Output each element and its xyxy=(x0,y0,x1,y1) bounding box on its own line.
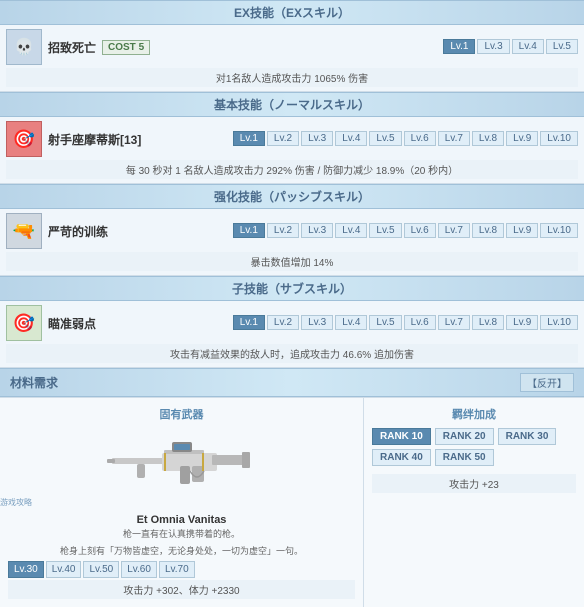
passive-skill-levels: Lv.1Lv.2Lv.3Lv.4Lv.5Lv.6Lv.7Lv.8Lv.9Lv.1… xyxy=(233,223,578,238)
ex-skill-name: 招致死亡 xyxy=(48,39,96,56)
rank-grid: RANK 10RANK 20RANK 30 RANK 40RANK 50 xyxy=(372,428,576,466)
sub-level-tab[interactable]: Lv.6 xyxy=(404,315,436,330)
normal-level-tab[interactable]: Lv.10 xyxy=(540,131,578,146)
sub-level-tab[interactable]: Lv.7 xyxy=(438,315,470,330)
passive-skill-row: 🔫 严苛的训练 Lv.1Lv.2Lv.3Lv.4Lv.5Lv.6Lv.7Lv.8… xyxy=(0,209,584,276)
ex-level-tab[interactable]: Lv.4 xyxy=(512,39,544,54)
materials-header: 材料需求 【反开】 xyxy=(0,368,584,397)
weapon-level-tab[interactable]: Lv.60 xyxy=(121,561,157,578)
rank-badge[interactable]: RANK 50 xyxy=(435,449,494,466)
ex-skill-section: EX技能（EXスキル） 💀 招致死亡 COST 5 Lv.1Lv.3Lv.4Lv… xyxy=(0,0,584,92)
passive-skill-desc: 暴击数值增加 14% xyxy=(6,252,578,271)
sub-level-tab[interactable]: Lv.2 xyxy=(267,315,299,330)
materials-title: 材料需求 xyxy=(10,374,58,391)
passive-level-tab[interactable]: Lv.3 xyxy=(301,223,333,238)
normal-skill-header: 基本技能（ノーマルスキル） xyxy=(0,92,584,117)
ex-level-tab[interactable]: Lv.3 xyxy=(477,39,509,54)
passive-level-tab[interactable]: Lv.2 xyxy=(267,223,299,238)
rank-badge[interactable]: RANK 40 xyxy=(372,449,431,466)
normal-skill-icon: 🎯 xyxy=(6,121,42,157)
sub-level-tab[interactable]: Lv.4 xyxy=(335,315,367,330)
normal-skill-desc: 每 30 秒对 1 名敌人造成攻击力 292% 伤害 / 防御力减少 18.9%… xyxy=(6,160,578,179)
sub-level-tab[interactable]: Lv.5 xyxy=(369,315,401,330)
normal-level-tab[interactable]: Lv.8 xyxy=(472,131,504,146)
weapon-name: Et Omnia Vanitas xyxy=(8,514,355,526)
materials-section: 材料需求 【反开】 固有武器 xyxy=(0,368,584,607)
passive-skill-header: 强化技能（パッシブスキル） xyxy=(0,184,584,209)
weapon-flavor2: 枪身上刻有「万物皆虚空，无论身处处，一切为虚空」一句。 xyxy=(8,545,355,558)
weapon-image xyxy=(102,428,262,498)
rank-stat: 攻击力 +23 xyxy=(372,474,576,493)
normal-level-tab[interactable]: Lv.1 xyxy=(233,131,265,146)
weapon-stat: 攻击力 +302、体力 +2330 xyxy=(8,580,355,599)
normal-skill-section: 基本技能（ノーマルスキル） 🎯 射手座摩蒂斯[13] Lv.1Lv.2Lv.3L… xyxy=(0,92,584,184)
sub-level-tab[interactable]: Lv.8 xyxy=(472,315,504,330)
rank-badge[interactable]: RANK 20 xyxy=(435,428,494,445)
normal-level-tab[interactable]: Lv.7 xyxy=(438,131,470,146)
weapon-level-tab[interactable]: Lv.70 xyxy=(159,561,195,578)
sub-skill-desc: 攻击有减益效果的敌人时，追成攻击力 46.6% 追加伤害 xyxy=(6,344,578,363)
passive-level-tab[interactable]: Lv.6 xyxy=(404,223,436,238)
ex-skill-cost: COST 5 xyxy=(102,40,150,55)
passive-skill-section: 强化技能（パッシブスキル） 🔫 严苛的训练 Lv.1Lv.2Lv.3Lv.4Lv… xyxy=(0,184,584,276)
rank-badge[interactable]: RANK 10 xyxy=(372,428,431,445)
weapon-panel: 固有武器 xyxy=(0,398,364,607)
weapon-level-tab[interactable]: Lv.40 xyxy=(46,561,82,578)
sub-skill-icon: 🎯 xyxy=(6,305,42,341)
weapon-panel-title: 固有武器 xyxy=(8,406,355,422)
ex-skill-desc: 对1名敌人造成攻击力 1065% 伤害 xyxy=(6,68,578,87)
collapse-button[interactable]: 【反开】 xyxy=(520,373,574,392)
weapon-level-tabs: Lv.30Lv.40Lv.50Lv.60Lv.70 xyxy=(8,561,355,578)
passive-skill-name: 严苛的训练 xyxy=(48,223,108,240)
passive-level-tab[interactable]: Lv.10 xyxy=(540,223,578,238)
passive-level-tab[interactable]: Lv.7 xyxy=(438,223,470,238)
ex-level-tab[interactable]: Lv.5 xyxy=(546,39,578,54)
weapon-level-tab[interactable]: Lv.50 xyxy=(83,561,119,578)
sub-skill-levels: Lv.1Lv.2Lv.3Lv.4Lv.5Lv.6Lv.7Lv.8Lv.9Lv.1… xyxy=(233,315,578,330)
normal-skill-row: 🎯 射手座摩蒂斯[13] Lv.1Lv.2Lv.3Lv.4Lv.5Lv.6Lv.… xyxy=(0,117,584,184)
normal-level-tab[interactable]: Lv.3 xyxy=(301,131,333,146)
sub-level-tab[interactable]: Lv.3 xyxy=(301,315,333,330)
sub-skill-header: 子技能（サブスキル） xyxy=(0,276,584,301)
rank-panel: 羁绊加成 RANK 10RANK 20RANK 30 RANK 40RANK 50… xyxy=(364,398,584,607)
ex-skill-icon: 💀 xyxy=(6,29,42,65)
rank-panel-title: 羁绊加成 xyxy=(372,406,576,422)
normal-skill-name: 射手座摩蒂斯[13] xyxy=(48,131,141,148)
normal-level-tab[interactable]: Lv.5 xyxy=(369,131,401,146)
normal-level-tab[interactable]: Lv.4 xyxy=(335,131,367,146)
ex-skill-levels: Lv.1Lv.3Lv.4Lv.5 xyxy=(443,39,578,54)
passive-level-tab[interactable]: Lv.4 xyxy=(335,223,367,238)
sub-level-tab[interactable]: Lv.1 xyxy=(233,315,265,330)
sub-skill-row: 🎯 瞄准弱点 Lv.1Lv.2Lv.3Lv.4Lv.5Lv.6Lv.7Lv.8L… xyxy=(0,301,584,368)
passive-level-tab[interactable]: Lv.5 xyxy=(369,223,401,238)
watermark: 萌・游戏攻略 xyxy=(0,497,182,508)
passive-level-tab[interactable]: Lv.8 xyxy=(472,223,504,238)
rank-badge[interactable]: RANK 30 xyxy=(498,428,557,445)
sub-level-tab[interactable]: Lv.10 xyxy=(540,315,578,330)
materials-body: 固有武器 xyxy=(0,397,584,607)
sub-skill-name: 瞄准弱点 xyxy=(48,315,96,332)
weapon-image-area: 萌・游戏攻略 xyxy=(8,428,355,508)
sub-level-tab[interactable]: Lv.9 xyxy=(506,315,538,330)
normal-level-tab[interactable]: Lv.6 xyxy=(404,131,436,146)
ex-skill-header: EX技能（EXスキル） xyxy=(0,0,584,25)
ex-skill-row: 💀 招致死亡 COST 5 Lv.1Lv.3Lv.4Lv.5 对1名敌人造成攻击… xyxy=(0,25,584,92)
passive-level-tab[interactable]: Lv.9 xyxy=(506,223,538,238)
sub-skill-section: 子技能（サブスキル） 🎯 瞄准弱点 Lv.1Lv.2Lv.3Lv.4Lv.5Lv… xyxy=(0,276,584,368)
passive-skill-icon: 🔫 xyxy=(6,213,42,249)
normal-skill-levels: Lv.1Lv.2Lv.3Lv.4Lv.5Lv.6Lv.7Lv.8Lv.9Lv.1… xyxy=(233,131,578,146)
ex-level-tab[interactable]: Lv.1 xyxy=(443,39,475,54)
weapon-level-tab[interactable]: Lv.30 xyxy=(8,561,44,578)
normal-level-tab[interactable]: Lv.2 xyxy=(267,131,299,146)
passive-level-tab[interactable]: Lv.1 xyxy=(233,223,265,238)
normal-level-tab[interactable]: Lv.9 xyxy=(506,131,538,146)
weapon-flavor1: 枪一直有在认真携带着的枪。 xyxy=(8,528,355,541)
